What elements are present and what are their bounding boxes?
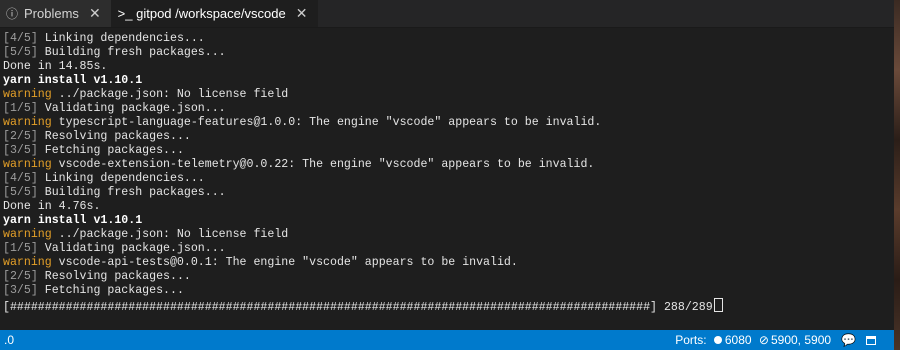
terminal-text: [4/5] [3, 172, 45, 185]
tab-problems[interactable]: ⓘ Problems ✕ [0, 0, 112, 27]
terminal-text: warning [3, 228, 52, 241]
terminal-line: [1/5] Validating package.json... [3, 102, 894, 116]
terminal-text: Validating package.json... [44, 102, 226, 115]
terminal-line: [2/5] Resolving packages... [3, 130, 894, 144]
terminal-cursor [713, 298, 723, 312]
port-blocked-icon: ⊘ [758, 333, 769, 347]
terminal-text: Linking dependencies... [44, 172, 205, 185]
status-bar: .0 Ports: 6080 ⊘ 5900, 5900 💬 [0, 330, 894, 350]
terminal-line: warning vscode-extension-telemetry@0.0.2… [3, 158, 894, 172]
terminal-line: warning vscode-api-tests@0.0.1: The engi… [3, 256, 894, 270]
terminal-text: [4/5] [3, 32, 45, 45]
terminal-text: Validating package.json... [44, 242, 226, 255]
info-icon: ⓘ [6, 7, 19, 21]
terminal-line: [3/5] Fetching packages... [3, 144, 894, 158]
terminal-text: [#######################################… [3, 301, 713, 314]
terminal-line: Done in 14.85s. [3, 60, 894, 74]
terminal-text: Resolving packages... [44, 130, 191, 143]
panel-tab-bar: ⓘ Problems ✕ >_ gitpod /workspace/vscode… [0, 0, 894, 28]
terminal-line: [3/5] Fetching packages... [3, 284, 894, 298]
terminal-text: Building fresh packages... [44, 186, 226, 199]
chat-icon[interactable]: 💬 [841, 333, 856, 347]
terminal-text: warning [3, 256, 52, 269]
terminal-text: yarn install v1.10.1 [3, 74, 143, 87]
terminal-text: [1/5] [3, 242, 45, 255]
close-icon[interactable]: ✕ [89, 5, 101, 22]
tab-terminal[interactable]: >_ gitpod /workspace/vscode ✕ [111, 0, 319, 27]
terminal-text: Resolving packages... [44, 270, 191, 283]
terminal-text: Linking dependencies... [44, 32, 205, 45]
terminal-line: yarn install v1.10.1 [3, 74, 894, 88]
terminal-line: [1/5] Validating package.json... [3, 242, 894, 256]
terminal-text: [2/5] [3, 270, 45, 283]
tab-label: Problems [24, 6, 79, 21]
terminal-line: warning ../package.json: No license fiel… [3, 228, 894, 242]
terminal-line: [5/5] Building fresh packages... [3, 46, 894, 60]
terminal-line: yarn install v1.10.1 [3, 214, 894, 228]
terminal-line: [#######################################… [3, 298, 894, 314]
terminal-text: Fetching packages... [44, 284, 184, 297]
terminal-text: warning [3, 88, 52, 101]
terminal-line: [5/5] Building fresh packages... [3, 186, 894, 200]
terminal-output[interactable]: [4/5] Linking dependencies... [5/5] Build… [0, 28, 894, 330]
terminal-text: warning [3, 116, 52, 129]
terminal-text: Fetching packages... [44, 144, 184, 157]
terminal-text: vscode-api-tests@0.0.1: The engine "vsco… [51, 256, 518, 269]
background-photo-strip [894, 0, 900, 350]
terminal-text: [5/5] [3, 186, 45, 199]
terminal-text: yarn install v1.10.1 [3, 214, 143, 227]
terminal-text: [5/5] [3, 46, 45, 59]
terminal-text: vscode-extension-telemetry@0.0.22: The e… [51, 158, 595, 171]
terminal-text: Done in 14.85s. [3, 60, 108, 73]
ports-label: Ports: [675, 333, 707, 347]
terminal-text: [3/5] [3, 144, 45, 157]
terminal-text: Building fresh packages... [44, 46, 226, 59]
port-open-icon [713, 336, 722, 344]
terminal-line: [4/5] Linking dependencies... [3, 172, 894, 186]
terminal-text: [2/5] [3, 130, 45, 143]
terminal-text: [3/5] [3, 284, 45, 297]
close-icon[interactable]: ✕ [296, 5, 308, 22]
port-open-value: 6080 [724, 333, 752, 347]
terminal-text: warning [3, 158, 52, 171]
tab-label: >_ gitpod /workspace/vscode [117, 6, 286, 21]
terminal-text: Done in 4.76s. [3, 200, 101, 213]
terminal-line: warning typescript-language-features@1.0… [3, 116, 894, 130]
terminal-line: [2/5] Resolving packages... [3, 270, 894, 284]
ports-indicator[interactable]: Ports: 6080 ⊘ 5900, 5900 [675, 333, 831, 347]
terminal-text: typescript-language-features@1.0.0: The … [51, 116, 602, 129]
status-left-text: .0 [4, 333, 15, 347]
panel-icon[interactable] [866, 335, 876, 345]
port-other-value: 5900, 5900 [770, 333, 832, 347]
terminal-line: warning ../package.json: No license fiel… [3, 88, 894, 102]
terminal-line: [4/5] Linking dependencies... [3, 32, 894, 46]
terminal-text: ../package.json: No license field [51, 88, 289, 101]
terminal-text: [1/5] [3, 102, 45, 115]
terminal-line: Done in 4.76s. [3, 200, 894, 214]
terminal-text: ../package.json: No license field [51, 228, 289, 241]
